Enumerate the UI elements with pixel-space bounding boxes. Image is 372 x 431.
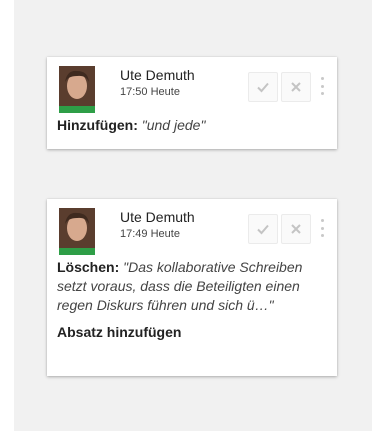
author-name: Ute Demuth [120, 67, 195, 83]
reject-button[interactable] [281, 214, 311, 244]
avatar [59, 208, 95, 255]
checkmark-icon [257, 224, 269, 235]
avatar [59, 66, 95, 113]
more-options-button[interactable] [318, 75, 326, 97]
accept-button[interactable] [248, 72, 278, 102]
add-paragraph-label: Absatz hinzufügen [57, 324, 182, 340]
close-icon [291, 82, 301, 92]
reject-button[interactable] [281, 72, 311, 102]
checkmark-icon [257, 82, 269, 93]
timestamp: 17:49 Heute [120, 228, 180, 240]
more-vertical-icon [320, 77, 324, 80]
left-margin [0, 0, 14, 431]
author-name: Ute Demuth [120, 209, 195, 225]
more-vertical-icon [320, 219, 324, 222]
change-description: Löschen: "Das kollaborative Schreiben se… [57, 258, 327, 315]
change-description: Hinzufügen: "und jede" [57, 116, 327, 135]
more-options-button[interactable] [318, 217, 326, 239]
timestamp: 17:50 Heute [120, 86, 180, 98]
suggestion-card[interactable]: Ute Demuth 17:49 Heute Löschen: "Das kol… [47, 199, 337, 376]
suggestion-card[interactable]: Ute Demuth 17:50 Heute Hinzufügen: "und … [47, 57, 337, 149]
close-icon [291, 224, 301, 234]
suggestion-header: Ute Demuth 17:49 Heute [57, 208, 327, 258]
change-action-label: Löschen: [57, 259, 120, 275]
change-quote: "und jede" [141, 117, 206, 133]
suggestion-header: Ute Demuth 17:50 Heute [57, 66, 327, 116]
change-action-label: Hinzufügen: [57, 117, 138, 133]
accept-button[interactable] [248, 214, 278, 244]
